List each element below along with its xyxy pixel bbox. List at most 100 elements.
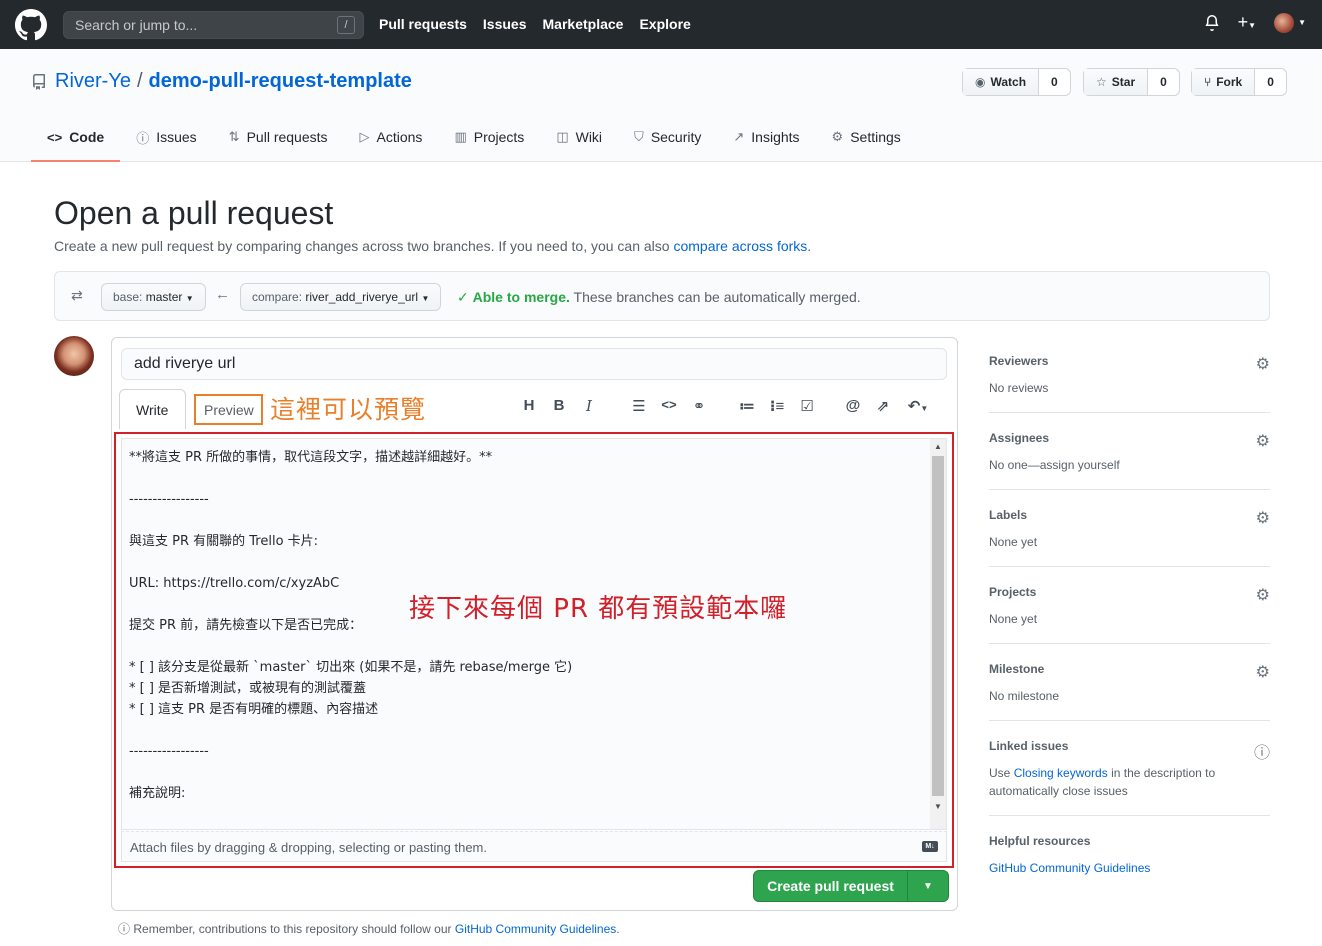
preview-annotation: 這裡可以預覽 bbox=[270, 395, 427, 424]
compare-arrows-icon: ⇄ bbox=[71, 287, 83, 303]
heading-icon[interactable]: H bbox=[514, 397, 544, 415]
star-count[interactable]: 0 bbox=[1148, 69, 1179, 95]
tab-write[interactable]: Write bbox=[119, 389, 186, 429]
repo-name-link[interactable]: demo-pull-request-template bbox=[149, 70, 412, 93]
create-pull-request-button[interactable]: Create pull request bbox=[754, 871, 908, 901]
markdown-toolbar: H B I bbox=[514, 397, 604, 415]
star-button[interactable]: ☆ Star bbox=[1084, 69, 1149, 95]
tab-security[interactable]: ⛉ Security bbox=[618, 114, 717, 162]
watch-count[interactable]: 0 bbox=[1039, 69, 1070, 95]
search-placeholder: Search or jump to... bbox=[75, 17, 198, 33]
cross-reference-icon[interactable]: ⇗ bbox=[868, 397, 898, 415]
range-editor: ⇄ base: master ▼ ← compare: river_add_ri… bbox=[54, 271, 1270, 321]
mention-icon[interactable]: @ bbox=[838, 397, 868, 415]
bold-icon[interactable]: B bbox=[544, 397, 574, 415]
labels-value: None yet bbox=[989, 535, 1038, 549]
reviewers-value: No reviews bbox=[989, 381, 1049, 395]
link-icon[interactable]: ⚭ bbox=[684, 397, 714, 415]
assignees-title[interactable]: Assignees bbox=[989, 431, 1270, 445]
shield-icon: ⛉ bbox=[634, 129, 644, 144]
caret-down-icon[interactable]: ▼ bbox=[908, 871, 948, 901]
tab-label: Actions bbox=[376, 129, 423, 145]
github-logo-icon[interactable] bbox=[15, 9, 47, 41]
tab-preview[interactable]: Preview bbox=[194, 394, 263, 425]
unordered-list-icon[interactable]: ≔ bbox=[732, 397, 762, 415]
search-input[interactable]: Search or jump to... / bbox=[63, 11, 364, 39]
community-guidelines-link[interactable]: GitHub Community Guidelines bbox=[989, 861, 1150, 875]
gear-icon[interactable]: ⚙ bbox=[1256, 431, 1270, 451]
subtitle-end: . bbox=[807, 238, 812, 254]
fork-button[interactable]: ⑂ Fork bbox=[1192, 69, 1256, 95]
avatar bbox=[1274, 12, 1295, 33]
tab-code[interactable]: <> Code bbox=[31, 114, 121, 162]
gear-icon[interactable]: ⚙ bbox=[1256, 662, 1270, 682]
gear-icon[interactable]: ⚙ bbox=[1256, 354, 1270, 374]
tab-actions[interactable]: ▷ Actions bbox=[344, 114, 439, 162]
guidelines-link[interactable]: GitHub Community Guidelines bbox=[455, 922, 616, 936]
tab-pull-requests[interactable]: ⇅ Pull requests bbox=[213, 114, 344, 162]
sidebar-linked-issues: Linked issues Use Closing keywords in th… bbox=[989, 739, 1270, 816]
attach-text: Attach files by dragging & dropping, sel… bbox=[130, 840, 487, 855]
repo-icon bbox=[33, 73, 45, 90]
gear-icon[interactable]: ⚙ bbox=[1256, 508, 1270, 528]
project-icon: ▥ bbox=[454, 129, 467, 144]
repo-tabs: <> Code ⓘ Issues ⇅ Pull requests ▷ Actions ▥… bbox=[31, 114, 917, 162]
tab-projects[interactable]: ▥ Projects bbox=[438, 114, 540, 162]
nav-issues[interactable]: Issues bbox=[483, 16, 527, 32]
base-branch-select[interactable]: base: master ▼ bbox=[101, 283, 206, 311]
milestone-title[interactable]: Milestone bbox=[989, 662, 1270, 676]
page-subtitle: Create a new pull request by comparing c… bbox=[54, 238, 811, 254]
tab-settings[interactable]: ⚙ Settings bbox=[816, 114, 917, 162]
gear-icon: ⚙ bbox=[831, 129, 844, 144]
compare-forks-link[interactable]: compare across forks bbox=[673, 238, 807, 254]
nav-marketplace[interactable]: Marketplace bbox=[543, 16, 624, 32]
ordered-list-icon[interactable]: ⁝≡ bbox=[762, 397, 792, 415]
pr-title-input[interactable]: add riverye url bbox=[121, 348, 947, 380]
gear-icon[interactable]: ⚙ bbox=[1256, 585, 1270, 605]
task-list-icon[interactable]: ☑ bbox=[792, 397, 822, 415]
star-icon: ☆ bbox=[1096, 75, 1107, 89]
projects-title[interactable]: Projects bbox=[989, 585, 1270, 599]
tab-issues[interactable]: ⓘ Issues bbox=[120, 114, 212, 162]
info-icon[interactable]: ⓘ bbox=[1254, 739, 1270, 763]
user-menu[interactable]: ▼ bbox=[1274, 12, 1306, 33]
file-attach-area[interactable]: Attach files by dragging & dropping, sel… bbox=[121, 831, 947, 862]
sidebar-assignees: Assignees No one—assign yourself ⚙ bbox=[989, 431, 1270, 490]
assignees-value[interactable]: No one—assign yourself bbox=[989, 456, 1270, 474]
watch-button[interactable]: ◉ Watch bbox=[963, 69, 1040, 95]
labels-title[interactable]: Labels bbox=[989, 508, 1270, 522]
compare-branch-select[interactable]: compare: river_add_riverye_url ▼ bbox=[240, 283, 442, 311]
subtitle-text: Create a new pull request by comparing c… bbox=[54, 238, 670, 254]
tab-label: Wiki bbox=[575, 129, 603, 145]
merge-text: These branches can be automatically merg… bbox=[573, 289, 861, 305]
helpful-title: Helpful resources bbox=[989, 834, 1091, 848]
tab-label: Settings bbox=[850, 129, 901, 145]
bell-icon[interactable] bbox=[1204, 14, 1220, 31]
top-nav: Pull requests Issues Marketplace Explore bbox=[379, 16, 691, 32]
closing-keywords-link[interactable]: Closing keywords bbox=[1014, 766, 1108, 780]
markdown-toolbar-4: @ ⇗ ↶▼ bbox=[838, 397, 938, 415]
reviewers-title[interactable]: Reviewers bbox=[989, 354, 1270, 368]
repo-owner-link[interactable]: River-Ye bbox=[55, 70, 131, 93]
template-highlight-box bbox=[114, 432, 954, 868]
check-icon: ✓ bbox=[457, 289, 469, 305]
graph-icon: ↗ bbox=[733, 129, 745, 144]
reply-icon[interactable]: ↶▼ bbox=[898, 397, 938, 415]
watch-button-group: ◉ Watch 0 bbox=[962, 68, 1071, 96]
avatar bbox=[54, 336, 94, 376]
quote-icon[interactable]: ☰ bbox=[624, 397, 654, 415]
nav-explore[interactable]: Explore bbox=[639, 16, 690, 32]
fork-count[interactable]: 0 bbox=[1255, 69, 1286, 95]
base-branch: master bbox=[145, 290, 183, 304]
italic-icon[interactable]: I bbox=[574, 397, 604, 415]
sidebar-labels: Labels None yet ⚙ bbox=[989, 508, 1270, 567]
nav-pull-requests[interactable]: Pull requests bbox=[379, 16, 467, 32]
create-pull-request-button-group: Create pull request ▼ bbox=[753, 870, 949, 902]
code-icon[interactable]: <> bbox=[654, 397, 684, 415]
tab-wiki[interactable]: ◫ Wiki bbox=[540, 114, 618, 162]
linked-pre: Use bbox=[989, 766, 1011, 780]
caret-down-icon: ▼ bbox=[421, 294, 430, 303]
tab-insights[interactable]: ↗ Insights bbox=[717, 114, 815, 162]
eye-icon: ◉ bbox=[975, 75, 986, 89]
plus-dropdown-icon[interactable]: +▼ bbox=[1238, 12, 1256, 33]
